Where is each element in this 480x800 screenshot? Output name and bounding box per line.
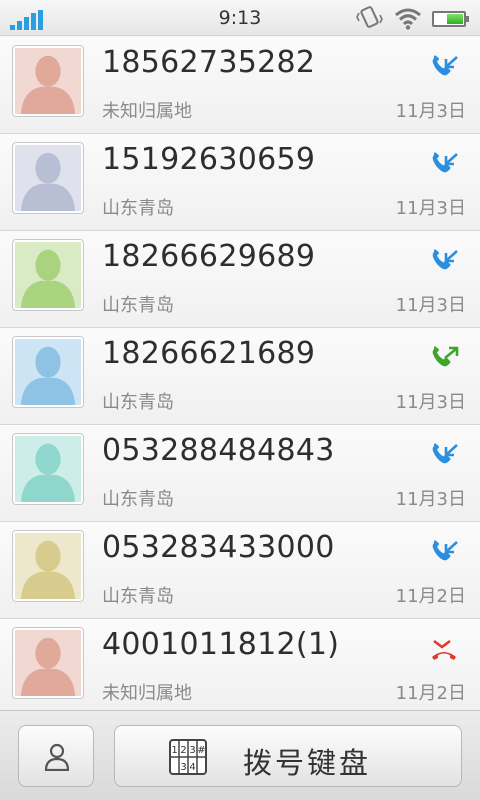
contacts-button[interactable] (18, 725, 94, 787)
svg-text:#: # (197, 745, 205, 756)
incoming-call-icon[interactable] (428, 439, 460, 471)
keypad-icon: 1 2 3 # 3 4 (169, 739, 207, 775)
bottom-action-bar: 1 2 3 # 3 4 拨号键盘 (0, 710, 480, 800)
missed-call-icon[interactable] (428, 633, 460, 665)
caller-location: 未知归属地 (102, 683, 192, 704)
call-date: 11月3日 (395, 101, 466, 122)
caller-location: 山东青岛 (102, 392, 174, 413)
call-date: 11月3日 (395, 295, 466, 316)
dialpad-label: 拨号键盘 (243, 746, 372, 780)
phone-number: 18266621689 (102, 336, 316, 371)
caller-location: 山东青岛 (102, 198, 174, 219)
outgoing-call-icon[interactable] (428, 342, 460, 374)
status-bar: 9:13 (0, 0, 480, 36)
svg-text:4: 4 (189, 762, 195, 773)
call-log-row[interactable]: 15192630659 山东青岛 11月3日 (0, 134, 480, 231)
call-log-row[interactable]: 18266629689 山东青岛 11月3日 (0, 231, 480, 328)
caller-location: 山东青岛 (102, 586, 174, 607)
battery-icon (432, 11, 469, 27)
contact-avatar (12, 142, 84, 214)
phone-number: 18562735282 (102, 45, 316, 80)
caller-location: 山东青岛 (102, 295, 174, 316)
svg-text:2: 2 (180, 745, 186, 756)
person-icon (44, 743, 70, 771)
incoming-call-icon[interactable] (428, 51, 460, 83)
call-date: 11月3日 (395, 392, 466, 413)
contact-avatar (12, 45, 84, 117)
call-date: 11月3日 (395, 198, 466, 219)
call-log-row[interactable]: 18562735282 未知归属地 11月3日 (0, 37, 480, 134)
phone-number: 18266629689 (102, 239, 316, 274)
contact-avatar (12, 239, 84, 311)
call-log-row[interactable]: 053288484843 山东青岛 11月3日 (0, 425, 480, 522)
phone-number: 053283433000 (102, 530, 335, 565)
vibrate-mode-icon (356, 6, 383, 28)
phone-number: 4001011812(1) (102, 627, 340, 662)
call-log-list: 18562735282 未知归属地 11月3日 15192630659 山东青岛… (0, 37, 480, 716)
svg-text:3: 3 (180, 762, 186, 773)
svg-text:3: 3 (189, 745, 195, 756)
call-date: 11月2日 (395, 683, 466, 704)
incoming-call-icon[interactable] (428, 245, 460, 277)
incoming-call-icon[interactable] (428, 536, 460, 568)
contact-avatar (12, 336, 84, 408)
contact-avatar (12, 530, 84, 602)
phone-number: 15192630659 (102, 142, 316, 177)
call-log-row[interactable]: 18266621689 山东青岛 11月3日 (0, 328, 480, 425)
call-log-row[interactable]: 4001011812(1) 未知归属地 11月2日 (0, 619, 480, 716)
phone-number: 053288484843 (102, 433, 335, 468)
call-log-row[interactable]: 053283433000 山东青岛 11月2日 (0, 522, 480, 619)
incoming-call-icon[interactable] (428, 148, 460, 180)
wifi-icon (395, 8, 421, 30)
dialpad-button[interactable]: 1 2 3 # 3 4 拨号键盘 (114, 725, 462, 787)
caller-location: 未知归属地 (102, 101, 192, 122)
contact-avatar (12, 433, 84, 505)
contact-avatar (12, 627, 84, 699)
call-date: 11月3日 (395, 489, 466, 510)
caller-location: 山东青岛 (102, 489, 174, 510)
svg-text:1: 1 (171, 745, 177, 756)
call-date: 11月2日 (395, 586, 466, 607)
